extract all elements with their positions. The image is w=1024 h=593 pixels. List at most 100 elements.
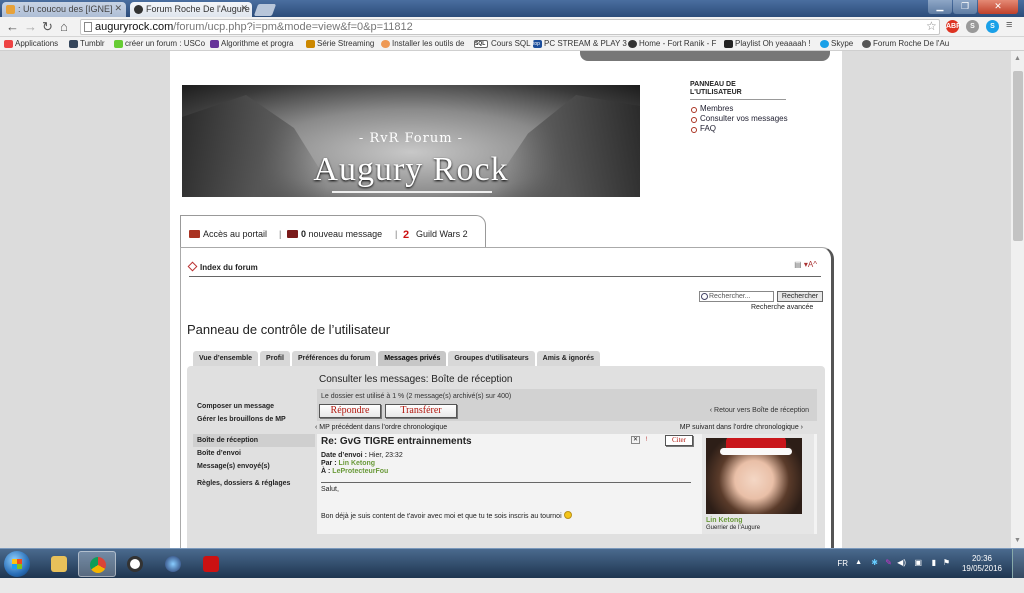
close-window-button[interactable]: ✕ <box>978 0 1018 14</box>
app-icon <box>127 556 143 572</box>
menu-icon[interactable]: ≡ <box>1006 19 1012 31</box>
report-icon[interactable]: ! <box>642 437 651 445</box>
new-tab-button[interactable] <box>253 4 277 16</box>
bookmark-algorithme[interactable]: Algorithme et progra <box>210 39 293 48</box>
user-panel-link-messages[interactable]: Consulter vos messages <box>690 114 830 124</box>
print-icon[interactable]: ▤ <box>794 260 802 269</box>
quote-button[interactable]: Citer <box>665 435 693 446</box>
new-messages-link[interactable]: 0 nouveau message <box>287 229 382 239</box>
bookmark-serie-streaming[interactable]: Série Streaming <box>306 39 374 48</box>
volume-icon[interactable]: ◀) <box>897 558 906 567</box>
address-bar[interactable]: auguryrock.com/forum/ucp.php?i=pm&mode=v… <box>80 19 940 35</box>
maximize-button[interactable]: ❐ <box>953 0 977 14</box>
forward-arrow-icon[interactable]: → <box>24 19 37 34</box>
sidebar-item-sent[interactable]: Message(s) envoyé(s) <box>193 460 315 473</box>
new-message-count: 0 <box>301 229 307 239</box>
bookmark-tumblr[interactable]: Tumblr <box>69 39 105 48</box>
breadcrumb[interactable]: Index du forum <box>187 261 258 272</box>
browser-tab-igne[interactable]: : Un coucou des [IGNE] ✕ <box>2 2 126 17</box>
message-body-text: Bon déjà je suis content de t'avoir avec… <box>321 511 572 520</box>
network-icon[interactable]: ▣ <box>914 558 922 567</box>
tray-expand-icon[interactable]: ▲ <box>855 559 862 566</box>
pm-message: Re: GvG TIGRE entrainnements ✕! Citer Da… <box>317 434 817 534</box>
forum-content: Index du forum ▤ ▾A^ Rechercher... Reche… <box>180 247 834 548</box>
scrollbar-thumb[interactable] <box>1013 71 1023 241</box>
scroll-up-icon[interactable]: ▲ <box>1014 55 1021 62</box>
message-recipient-link[interactable]: LeProtecteurFou <box>332 468 388 475</box>
portal-link[interactable]: Accès au portail <box>189 229 267 239</box>
media-player-icon <box>165 556 181 572</box>
action-center-icon[interactable]: ⚑ <box>943 558 950 567</box>
top-decoration <box>580 51 830 61</box>
home-icon <box>187 261 198 272</box>
apps-grid-icon <box>4 40 13 48</box>
guild-wars-link[interactable]: 2 Guild Wars 2 <box>403 229 468 241</box>
taskbar-chrome[interactable] <box>78 551 116 577</box>
language-indicator[interactable]: FR <box>837 559 848 568</box>
gw2-logo-icon: 2 <box>403 229 410 241</box>
back-arrow-icon[interactable]: ← <box>6 19 19 34</box>
pm-heading: Consulter les messages: Boîte de récepti… <box>319 374 513 385</box>
sidebar-item-inbox[interactable]: Boîte de réception <box>193 434 315 447</box>
skype-gray-icon[interactable]: S <box>966 20 979 33</box>
taskbar-explorer[interactable] <box>40 551 78 577</box>
page-scrollbar[interactable]: ▲ ▼ <box>1010 51 1024 548</box>
clock[interactable]: 20:36 19/05/2016 <box>962 554 1002 574</box>
user-panel-link-membres[interactable]: Membres <box>690 104 830 114</box>
home-icon[interactable]: ⌂ <box>60 19 68 34</box>
bookmark-applications[interactable]: Applications <box>4 39 58 48</box>
taskbar-media-player[interactable] <box>154 551 192 577</box>
scroll-down-icon[interactable]: ▼ <box>1014 537 1021 544</box>
message-body-greeting: Salut, <box>321 486 339 493</box>
message-author-link[interactable]: Lin Ketong <box>339 460 376 467</box>
bookmark-playlist[interactable]: Playlist Oh yeaaaah ! <box>724 39 811 48</box>
bookmark-creer-forum[interactable]: créer un forum : USCo <box>114 39 205 48</box>
browser-tab-forum[interactable]: Forum Roche De l'Augure ✕ <box>130 2 252 17</box>
sidebar-item-compose[interactable]: Composer un message <box>193 400 315 413</box>
url-path: /forum/ucp.php?i=pm&mode=view&f=0&p=1181… <box>173 21 413 33</box>
sidebar-item-drafts[interactable]: Gérer les brouillons de MP <box>193 413 315 426</box>
sidebar-item-rules[interactable]: Règles, dossiers & réglages <box>193 477 315 490</box>
site-banner[interactable]: - RvR Forum - Augury Rock <box>182 85 640 197</box>
sidebar-item-outbox[interactable]: Boîte d’envoi <box>193 447 315 460</box>
tray-app-icon[interactable]: ✎ <box>885 558 892 567</box>
tab-close-icon[interactable]: ✕ <box>240 3 248 14</box>
author-name-link[interactable]: Lin Ketong <box>706 517 743 524</box>
taskbar-app-3[interactable] <box>116 551 154 577</box>
tab-close-icon[interactable]: ✕ <box>114 3 122 14</box>
previous-pm-link[interactable]: ‹ MP précédent dans l’ordre chronologiqu… <box>315 424 447 431</box>
bottom-strip <box>0 578 1024 593</box>
power-icon[interactable]: ▮ <box>932 558 936 567</box>
delete-icon[interactable]: ✕ <box>631 436 640 444</box>
forward-button[interactable]: Transférer <box>385 404 457 418</box>
user-panel: PANNEAU DE L'UTILISATEUR Membres Consult… <box>690 81 830 134</box>
bookmark-forum-roche[interactable]: Forum Roche De l'Au <box>862 39 949 48</box>
next-pm-link[interactable]: MP suivant dans l’ordre chronologique › <box>680 424 803 431</box>
forum-page: - RvR Forum - Augury Rock PANNEAU DE L'U… <box>170 51 842 548</box>
minimize-button[interactable]: ▁ <box>928 0 952 14</box>
skype-icon[interactable]: S <box>986 20 999 33</box>
bookmark-installer[interactable]: Installer les outils de <box>381 39 464 48</box>
sql-badge-icon: SQL <box>474 40 488 48</box>
tab-favicon-icon <box>6 5 15 14</box>
bookmark-cours-sql[interactable]: SQL Cours SQL <box>474 39 531 48</box>
adblock-icon[interactable]: ABP <box>946 20 961 33</box>
reload-icon[interactable]: ↻ <box>42 19 53 35</box>
search-button[interactable]: Rechercher <box>777 291 823 302</box>
reply-button[interactable]: Répondre <box>319 404 381 418</box>
search-input[interactable]: Rechercher... <box>699 291 774 302</box>
show-desktop-button[interactable] <box>1012 549 1024 579</box>
advanced-search-link[interactable]: Recherche avancée <box>751 304 813 311</box>
bluetooth-icon[interactable]: ✱ <box>871 558 878 567</box>
user-panel-link-faq[interactable]: FAQ <box>690 124 830 134</box>
gw2-taskbar-icon <box>203 556 219 572</box>
bookmark-pc-stream[interactable]: top PC STREAM & PLAY 3 <box>533 39 627 48</box>
bookmark-fort-ranik[interactable]: Home - Fort Ranik - F <box>628 39 716 48</box>
font-size-icon[interactable]: ▾A^ <box>804 260 817 269</box>
taskbar-guild-wars-2[interactable] <box>192 551 230 577</box>
start-button[interactable] <box>4 551 30 577</box>
bookmark-skype[interactable]: Skype <box>820 39 853 48</box>
back-to-inbox-link[interactable]: ‹ Retour vers Boîte de réception <box>710 407 809 414</box>
clock-date: 19/05/2016 <box>961 564 1002 573</box>
bookmark-star-icon[interactable]: ☆ <box>926 19 937 33</box>
